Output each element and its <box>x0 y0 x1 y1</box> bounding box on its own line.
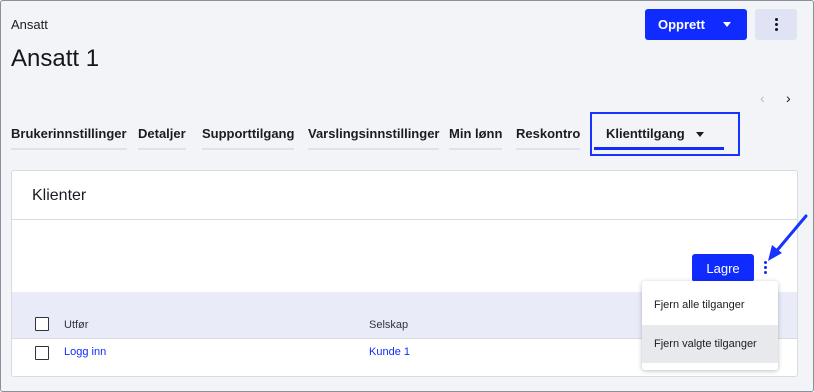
tab-supporttilgang[interactable]: Supporttilgang <box>202 126 295 150</box>
tab-min-lonn[interactable]: Min lønn <box>449 126 503 150</box>
tabs-prev-icon[interactable]: ‹ <box>760 90 765 106</box>
tab-reskontro[interactable]: Reskontro <box>516 126 581 150</box>
kebab-dot <box>774 28 778 31</box>
company-link[interactable]: Kunde 1 <box>369 346 410 358</box>
column-header-utfor: Utfør <box>64 319 89 331</box>
actions-dropdown-menu: Fjern alle tilganger Fjern valgte tilgan… <box>642 281 778 370</box>
kebab-dot <box>763 266 767 269</box>
card-title: Klienter <box>32 187 87 204</box>
row-checkbox[interactable] <box>35 346 49 360</box>
kebab-dot <box>763 271 767 274</box>
kebab-dot <box>774 18 778 21</box>
tab-varslingsinnstillinger[interactable]: Varslingsinnstillinger <box>308 126 440 150</box>
breadcrumb[interactable]: Ansatt <box>11 17 48 32</box>
tab-brukerinnstillinger[interactable]: Brukerinnstillinger <box>11 126 127 150</box>
more-options-button[interactable] <box>755 9 797 40</box>
divider <box>12 219 797 220</box>
select-all-checkbox[interactable] <box>35 317 49 331</box>
create-button[interactable]: Opprett <box>645 9 747 40</box>
create-button-label: Opprett <box>658 17 705 32</box>
save-button[interactable]: Lagre <box>692 254 754 282</box>
chevron-down-icon <box>723 22 731 27</box>
menu-item-remove-selected-access[interactable]: Fjern valgte tilganger <box>642 325 778 363</box>
menu-item-remove-all-access[interactable]: Fjern alle tilganger <box>642 286 778 324</box>
page-title: Ansatt 1 <box>11 45 100 72</box>
column-header-selskap: Selskap <box>369 319 409 331</box>
tab-detaljer[interactable]: Detaljer <box>138 126 186 150</box>
login-link[interactable]: Logg inn <box>64 346 106 358</box>
tab-klienttilgang[interactable]: Klienttilgang <box>594 126 724 150</box>
tabs-next-icon[interactable]: › <box>786 90 791 106</box>
kebab-dot <box>774 23 778 26</box>
pointer-arrow-icon <box>768 214 808 261</box>
tab-klienttilgang-label: Klienttilgang <box>606 126 685 141</box>
chevron-down-icon <box>696 132 704 137</box>
